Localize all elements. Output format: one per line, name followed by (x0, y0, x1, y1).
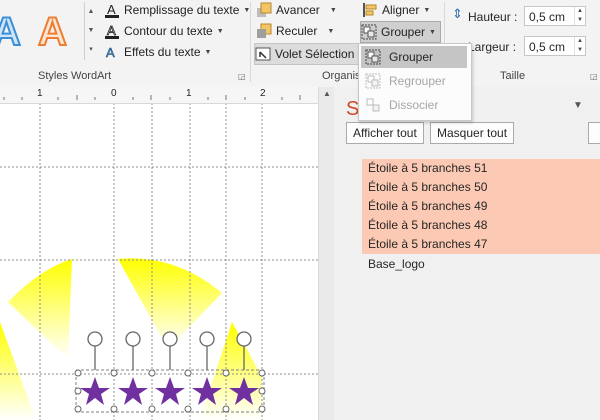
wordart-dialog-launcher-icon[interactable]: ◲ (238, 72, 246, 81)
slide-graphics (0, 103, 318, 420)
chevron-down-icon: ▼ (327, 27, 335, 35)
show-all-button[interactable]: Afficher tout (346, 122, 424, 144)
ruler-tick-label: 1 (37, 88, 43, 99)
chevron-down-icon: ▼ (429, 28, 436, 36)
menu-item-label: Regrouper (389, 74, 446, 88)
bring-forward-button[interactable]: Avancer ▼ (256, 0, 337, 20)
chevron-down-icon: ▼ (329, 6, 337, 14)
height-label: Hauteur : (468, 10, 518, 24)
object-label: Étoile à 5 branches 48 (368, 218, 488, 232)
height-input[interactable]: 0,5 cm ▲ ▼ (524, 6, 586, 26)
text-fill-button[interactable]: A Remplissage du texte ▼ (104, 0, 250, 20)
object-item-star-48[interactable]: Étoile à 5 branches 48 (362, 216, 600, 235)
menu-item-ungroup[interactable]: Dissocier (361, 94, 467, 116)
text-fill-icon: A (104, 2, 120, 18)
text-outline-button[interactable]: A Contour du texte ▼ (104, 21, 224, 41)
height-icon: ⇕ (452, 6, 463, 21)
menu-item-label: Dissocier (389, 98, 439, 112)
width-label: Largeur : (468, 40, 517, 54)
slide-canvas[interactable] (0, 87, 318, 420)
object-label: Étoile à 5 branches 51 (368, 161, 488, 175)
star-49 (155, 377, 185, 405)
text-outline-icon: A (104, 23, 120, 39)
wordart-gallery-scroll[interactable]: ▲ ▼ ▾ (84, 2, 97, 60)
group-icon (365, 49, 381, 65)
ruler-tick-label: 0 (111, 88, 117, 99)
size-group-label: Taille (500, 70, 526, 82)
width-spinner[interactable]: ▲ ▼ (574, 37, 585, 55)
width-input[interactable]: 0,5 cm ▲ ▼ (524, 36, 586, 56)
send-backward-label: Reculer (276, 24, 318, 38)
star-47 (80, 377, 110, 405)
text-effects-button[interactable]: A Effets du texte ▼ (104, 42, 212, 62)
height-value: 0,5 cm (529, 10, 566, 24)
object-item-star-47[interactable]: Étoile à 5 branches 47 (362, 235, 600, 254)
ribbon-separator (250, 2, 251, 82)
ruler-tick-label: 1 (186, 88, 192, 99)
selection-pane-icon (255, 46, 271, 62)
group-label: Grouper (381, 25, 426, 39)
ruler-tick-label: 2 (260, 88, 266, 99)
menu-item-group[interactable]: Grouper (361, 46, 467, 68)
height-spinner[interactable]: ▲ ▼ (574, 7, 585, 25)
chevron-down-icon: ▼ (204, 48, 212, 56)
object-item-base-logo[interactable]: Base_logo (362, 255, 600, 274)
horizontal-ruler[interactable]: 1 0 1 2 (0, 87, 318, 104)
group-button[interactable]: Grouper ▼ (360, 21, 441, 43)
svg-text:A: A (107, 23, 116, 38)
text-outline-label: Contour du texte (124, 24, 213, 38)
group-dropdown-menu: Grouper Regrouper Dissocier (358, 43, 472, 121)
send-backward-icon (256, 23, 272, 39)
svg-text:A: A (107, 2, 116, 17)
menu-item-label: Grouper (389, 50, 434, 64)
ungroup-icon (365, 97, 381, 113)
object-item-star-50[interactable]: Étoile à 5 branches 50 (362, 178, 600, 197)
object-label: Étoile à 5 branches 50 (368, 180, 488, 194)
align-button[interactable]: Aligner ▼ (362, 0, 430, 20)
star-48 (118, 377, 148, 405)
object-label: Étoile à 5 branches 47 (368, 237, 488, 251)
selection-pane-label: Volet Sélection (275, 47, 355, 61)
arrange-group-label: Organis (322, 70, 361, 82)
width-value: 0,5 cm (529, 40, 566, 54)
object-item-star-51[interactable]: Étoile à 5 branches 51 (362, 159, 600, 178)
size-dialog-launcher-icon[interactable]: ◲ (590, 72, 598, 81)
object-label: Étoile à 5 branches 49 (368, 199, 488, 213)
bring-forward-label: Avancer (276, 3, 320, 17)
ribbon: A A ▲ ▼ ▾ Styles WordArt A Remplissage du … (0, 0, 600, 88)
selection-pane-button[interactable]: Volet Sélection (254, 43, 362, 65)
text-effects-icon: A (104, 44, 120, 61)
text-fill-label: Remplissage du texte (124, 3, 240, 17)
pane-options-chevron-icon[interactable]: ▼ (573, 100, 583, 111)
menu-item-regroup[interactable]: Regrouper (361, 70, 467, 92)
chevron-down-icon: ▼ (216, 27, 224, 35)
scroll-up-icon[interactable]: ▲ (323, 89, 331, 98)
ruler-ticks (3, 95, 301, 100)
chevron-down-icon: ▼ (423, 6, 431, 14)
wordart-style-orange[interactable]: A (37, 9, 68, 55)
align-label: Aligner (382, 3, 420, 17)
reorder-button[interactable] (588, 122, 600, 144)
svg-text:A: A (106, 45, 115, 60)
object-item-star-49[interactable]: Étoile à 5 branches 49 (362, 197, 600, 216)
wordart-gallery: A A (0, 0, 96, 62)
hide-all-button[interactable]: Masquer tout (430, 122, 515, 144)
wordart-style-blue[interactable]: A (0, 9, 22, 55)
group-icon (361, 24, 377, 40)
regroup-icon (365, 73, 381, 89)
object-label: Base_logo (368, 257, 425, 271)
text-effects-label: Effets du texte (124, 45, 201, 59)
wordart-group-label: Styles WordArt (38, 70, 112, 82)
bring-forward-icon (256, 2, 272, 18)
send-backward-button[interactable]: Reculer ▼ (256, 21, 334, 41)
vertical-scrollbar[interactable]: ▲ (318, 87, 335, 420)
align-icon (362, 2, 378, 18)
